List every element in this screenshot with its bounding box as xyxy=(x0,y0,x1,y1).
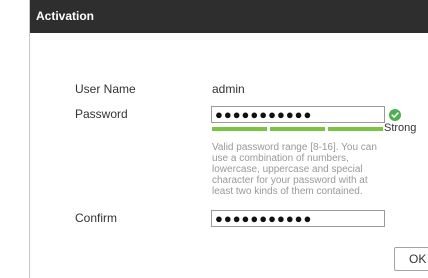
username-label: User Name xyxy=(75,82,136,96)
check-circle-icon xyxy=(389,109,401,121)
activation-dialog: Activation User Name admin Password Stro… xyxy=(29,0,428,278)
dialog-title: Activation xyxy=(36,9,95,23)
strength-label: Strong xyxy=(384,122,417,134)
password-hint: Valid password range [8-16]. You can use… xyxy=(212,142,377,197)
confirm-label: Confirm xyxy=(75,211,118,225)
password-label: Password xyxy=(75,107,128,121)
strength-segment-1 xyxy=(212,127,267,131)
ok-button[interactable]: OK xyxy=(394,247,428,271)
strength-segment-3 xyxy=(328,127,383,131)
dialog-titlebar: Activation xyxy=(30,0,428,33)
confirm-field[interactable] xyxy=(211,210,385,227)
password-field[interactable] xyxy=(211,106,385,123)
username-value: admin xyxy=(212,82,245,96)
strength-segment-2 xyxy=(270,127,325,131)
